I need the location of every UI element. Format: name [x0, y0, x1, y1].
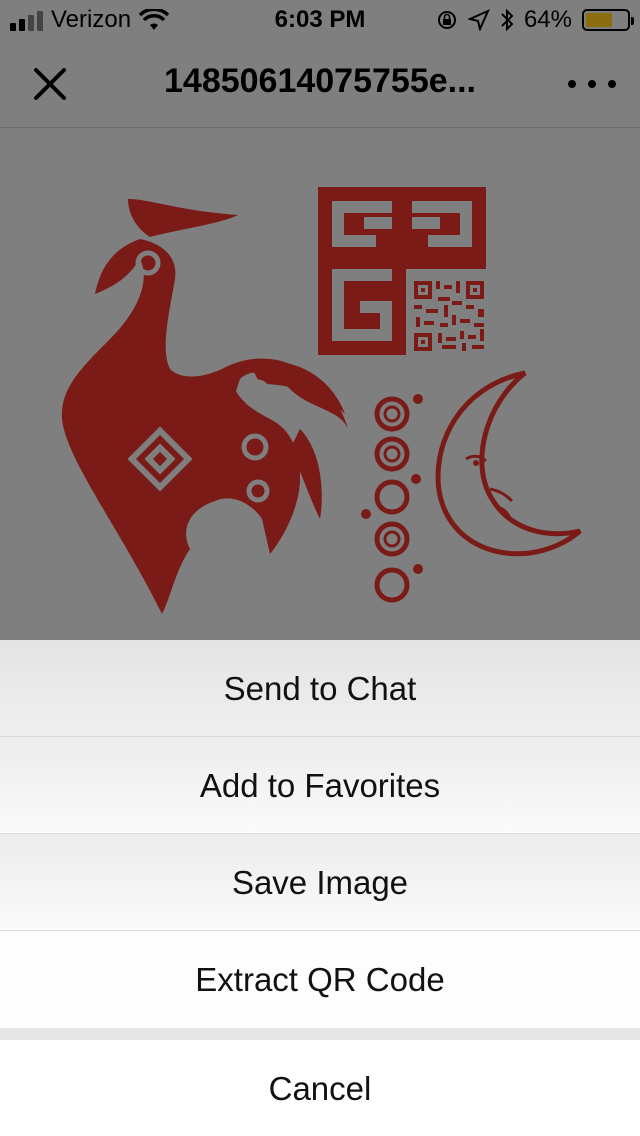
bluetooth-icon	[501, 8, 514, 32]
extract-qr-code-button[interactable]: Extract QR Code	[0, 931, 640, 1028]
battery-percent: 64%	[523, 6, 572, 33]
image-viewer[interactable]	[0, 129, 640, 640]
nav-bar: 14850614075755e...	[0, 40, 640, 128]
more-icon[interactable]	[568, 74, 616, 94]
cancel-button[interactable]: Cancel	[0, 1040, 640, 1136]
action-sheet-divider	[0, 1028, 640, 1040]
close-icon[interactable]	[26, 60, 74, 108]
status-bar: Verizon 6:03 PM 64%	[0, 0, 640, 40]
action-sheet: Send to Chat Add to Favorites Save Image…	[0, 640, 640, 1136]
send-to-chat-button[interactable]: Send to Chat	[0, 640, 640, 737]
location-icon	[467, 9, 490, 31]
orientation-lock-icon	[437, 11, 456, 29]
save-image-button[interactable]: Save Image	[0, 834, 640, 931]
add-to-favorites-button[interactable]: Add to Favorites	[0, 737, 640, 834]
action-group: Send to Chat Add to Favorites Save Image…	[0, 640, 640, 1028]
status-right: 64%	[436, 6, 634, 34]
page-title: 14850614075755e...	[164, 62, 476, 100]
battery-icon	[582, 9, 634, 31]
rooster-moon-image	[61, 187, 582, 614]
